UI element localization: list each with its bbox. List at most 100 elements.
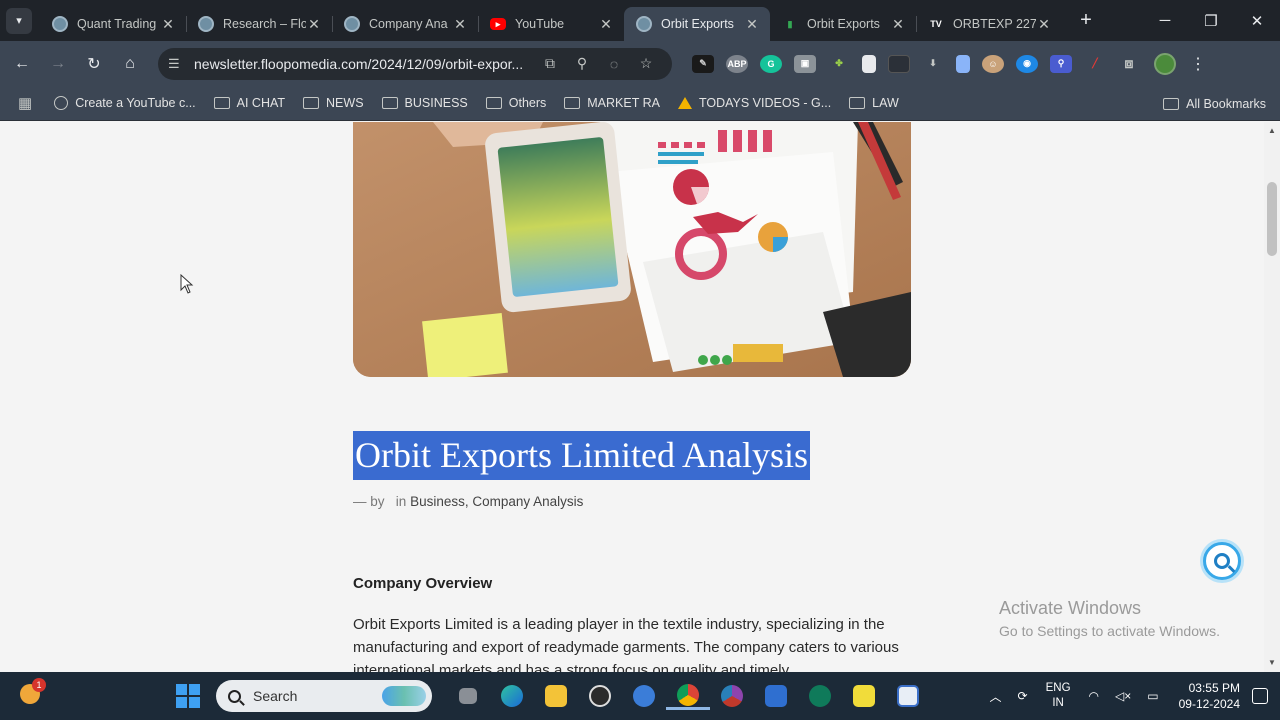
globe-icon bbox=[636, 16, 652, 32]
adblock-extension-icon[interactable]: ABP bbox=[726, 54, 748, 73]
tab-7[interactable]: TV ORBTEXP 227 ✕ bbox=[916, 7, 1062, 41]
all-bookmarks-button[interactable]: All Bookmarks bbox=[1163, 86, 1266, 121]
bookmark-item[interactable]: Others bbox=[485, 96, 546, 110]
puzzle-green-extension-icon[interactable]: ✤ bbox=[828, 55, 850, 73]
tab-close-icon[interactable]: ✕ bbox=[452, 16, 468, 33]
notification-center-icon[interactable] bbox=[1252, 688, 1268, 704]
green-app[interactable] bbox=[798, 682, 842, 710]
tab-close-icon[interactable]: ✕ bbox=[890, 16, 906, 33]
scroll-thumb[interactable] bbox=[1267, 182, 1277, 256]
zoom-icon[interactable]: ⚲ bbox=[566, 55, 598, 72]
minimize-icon[interactable]: ─ bbox=[1142, 0, 1188, 41]
red-pen-extension-icon[interactable]: ╱ bbox=[1084, 55, 1106, 73]
bookmark-item[interactable]: Create a YouTube c... bbox=[54, 96, 196, 110]
activation-line1: Activate Windows bbox=[999, 598, 1142, 618]
tab-5[interactable]: Orbit Exports ✕ bbox=[624, 7, 770, 41]
eye-off-icon[interactable]: ◌ bbox=[598, 56, 630, 72]
youtube-icon: ▸ bbox=[490, 18, 506, 30]
tab-6[interactable]: ▮ Orbit Exports ✕ bbox=[770, 7, 916, 41]
obs-app[interactable] bbox=[578, 682, 622, 710]
search-extension-icon[interactable]: ⚲ bbox=[1050, 54, 1072, 73]
file-explorer-app[interactable] bbox=[534, 682, 578, 710]
sticky-notes-app[interactable] bbox=[842, 682, 886, 710]
star-bookmark-icon[interactable]: ☆ bbox=[630, 55, 662, 72]
article-title-selected[interactable]: Orbit Exports Limited Analysis bbox=[353, 431, 810, 480]
open-in-app-icon[interactable]: ⧉ bbox=[534, 55, 566, 72]
restore-icon[interactable]: ❐ bbox=[1188, 0, 1234, 41]
bookmark-item[interactable]: NEWS bbox=[303, 96, 364, 110]
forward-button[interactable]: → bbox=[40, 48, 76, 80]
document-icon bbox=[897, 685, 919, 707]
article-hero-image bbox=[353, 122, 911, 377]
floating-search-button[interactable] bbox=[1203, 542, 1241, 580]
weather-widget[interactable]: 1 bbox=[20, 678, 46, 708]
task-view-button[interactable] bbox=[446, 682, 490, 710]
grammarly-extension-icon[interactable]: G bbox=[760, 54, 782, 73]
tab-list: Quant Trading ✕ Research – Flo ✕ Company Ana… bbox=[40, 0, 1062, 41]
chrome-app[interactable] bbox=[666, 682, 710, 710]
image-extension-icon[interactable]: ▣ bbox=[794, 54, 816, 73]
tab-close-icon[interactable]: ✕ bbox=[1036, 16, 1052, 33]
blue-circle-extension-icon[interactable]: ◉ bbox=[1016, 54, 1038, 73]
menu-kebab-icon[interactable]: ⋮ bbox=[1190, 54, 1206, 74]
all-bookmarks-label: All Bookmarks bbox=[1186, 96, 1266, 111]
tab-close-icon[interactable]: ✕ bbox=[744, 16, 760, 33]
tab-close-icon[interactable]: ✕ bbox=[598, 16, 614, 33]
tab-strip: ▾ Quant Trading ✕ Research – Flo ✕ Company A… bbox=[0, 0, 1280, 41]
reload-button[interactable]: ↻ bbox=[76, 48, 112, 80]
download-icon[interactable]: ⬇ bbox=[922, 55, 944, 73]
mail-app[interactable] bbox=[754, 682, 798, 710]
windows-taskbar: 1 Search ︿ ⟳ ENG IN ◠ ◁× ▭ 03:55 PM 09-1… bbox=[0, 672, 1280, 720]
note-extension-icon[interactable] bbox=[862, 54, 876, 73]
search-icon bbox=[228, 689, 241, 703]
tab-close-icon[interactable]: ✕ bbox=[160, 16, 176, 33]
magnifier-icon bbox=[1214, 553, 1230, 569]
sync-icon[interactable]: ⟳ bbox=[1018, 689, 1028, 703]
new-tab-button[interactable]: + bbox=[1074, 9, 1098, 32]
docs-extension-icon[interactable] bbox=[956, 54, 970, 73]
speaker-muted-icon[interactable]: ◁× bbox=[1115, 689, 1131, 703]
taskbar-search-box[interactable]: Search bbox=[216, 680, 432, 712]
tab-search-button[interactable]: ▾ bbox=[6, 7, 32, 34]
pen-extension-icon[interactable]: ✎ bbox=[692, 54, 714, 73]
start-button[interactable] bbox=[176, 684, 200, 708]
tab-3[interactable]: Company Ana ✕ bbox=[332, 7, 478, 41]
address-bar[interactable]: ☰ newsletter.floopomedia.com/2024/12/09/… bbox=[158, 47, 672, 80]
profile-avatar[interactable] bbox=[1154, 52, 1176, 75]
clock[interactable]: 03:55 PM 09-12-2024 bbox=[1179, 680, 1240, 712]
gear-icon bbox=[809, 685, 831, 707]
bookmark-item[interactable]: LAW bbox=[849, 96, 899, 110]
close-window-icon[interactable]: ✕ bbox=[1234, 0, 1280, 41]
tab-1[interactable]: Quant Trading ✕ bbox=[40, 7, 186, 41]
bookmark-label: MARKET RA bbox=[587, 96, 660, 110]
bookmark-item[interactable]: MARKET RA bbox=[564, 96, 660, 110]
scroll-up-arrow-icon[interactable]: ▲ bbox=[1264, 124, 1280, 138]
chrome-canary-app[interactable] bbox=[710, 682, 754, 710]
globe-app[interactable] bbox=[622, 682, 666, 710]
site-info-icon[interactable]: ☰ bbox=[168, 56, 188, 72]
apps-grid-icon[interactable]: ▦ bbox=[18, 94, 32, 112]
screen-extension-icon[interactable] bbox=[888, 54, 910, 73]
home-button[interactable]: ⌂ bbox=[112, 48, 148, 80]
battery-icon[interactable]: ▭ bbox=[1147, 689, 1158, 703]
tab-2[interactable]: Research – Flo ✕ bbox=[186, 7, 332, 41]
tab-4[interactable]: ▸ YouTube ✕ bbox=[478, 7, 624, 41]
window-controls: ─ ❐ ✕ bbox=[1142, 0, 1280, 41]
url-text[interactable]: newsletter.floopomedia.com/2024/12/09/or… bbox=[194, 56, 534, 72]
notepad-app[interactable] bbox=[886, 682, 930, 710]
article-categories-link[interactable]: Business, Company Analysis bbox=[410, 494, 583, 509]
tab-close-icon[interactable]: ✕ bbox=[306, 16, 322, 33]
bookmark-item[interactable]: BUSINESS bbox=[381, 96, 468, 110]
face-extension-icon[interactable]: ☺ bbox=[982, 54, 1004, 73]
wifi-icon[interactable]: ◠ bbox=[1089, 689, 1099, 703]
bookmark-item[interactable]: AI CHAT bbox=[213, 96, 285, 110]
extensions-puzzle-icon[interactable]: ⧈ bbox=[1118, 55, 1140, 73]
chevron-up-icon[interactable]: ︿ bbox=[990, 688, 1002, 705]
bookmark-item[interactable]: TODAYS VIDEOS - G... bbox=[677, 96, 831, 110]
scroll-down-arrow-icon[interactable]: ▼ bbox=[1264, 656, 1280, 670]
page-scrollbar[interactable]: ▲ ▼ bbox=[1264, 122, 1280, 672]
globe-icon bbox=[54, 96, 69, 110]
language-indicator[interactable]: ENG IN bbox=[1046, 681, 1071, 711]
edge-app[interactable] bbox=[490, 682, 534, 710]
back-button[interactable]: ← bbox=[4, 48, 40, 80]
